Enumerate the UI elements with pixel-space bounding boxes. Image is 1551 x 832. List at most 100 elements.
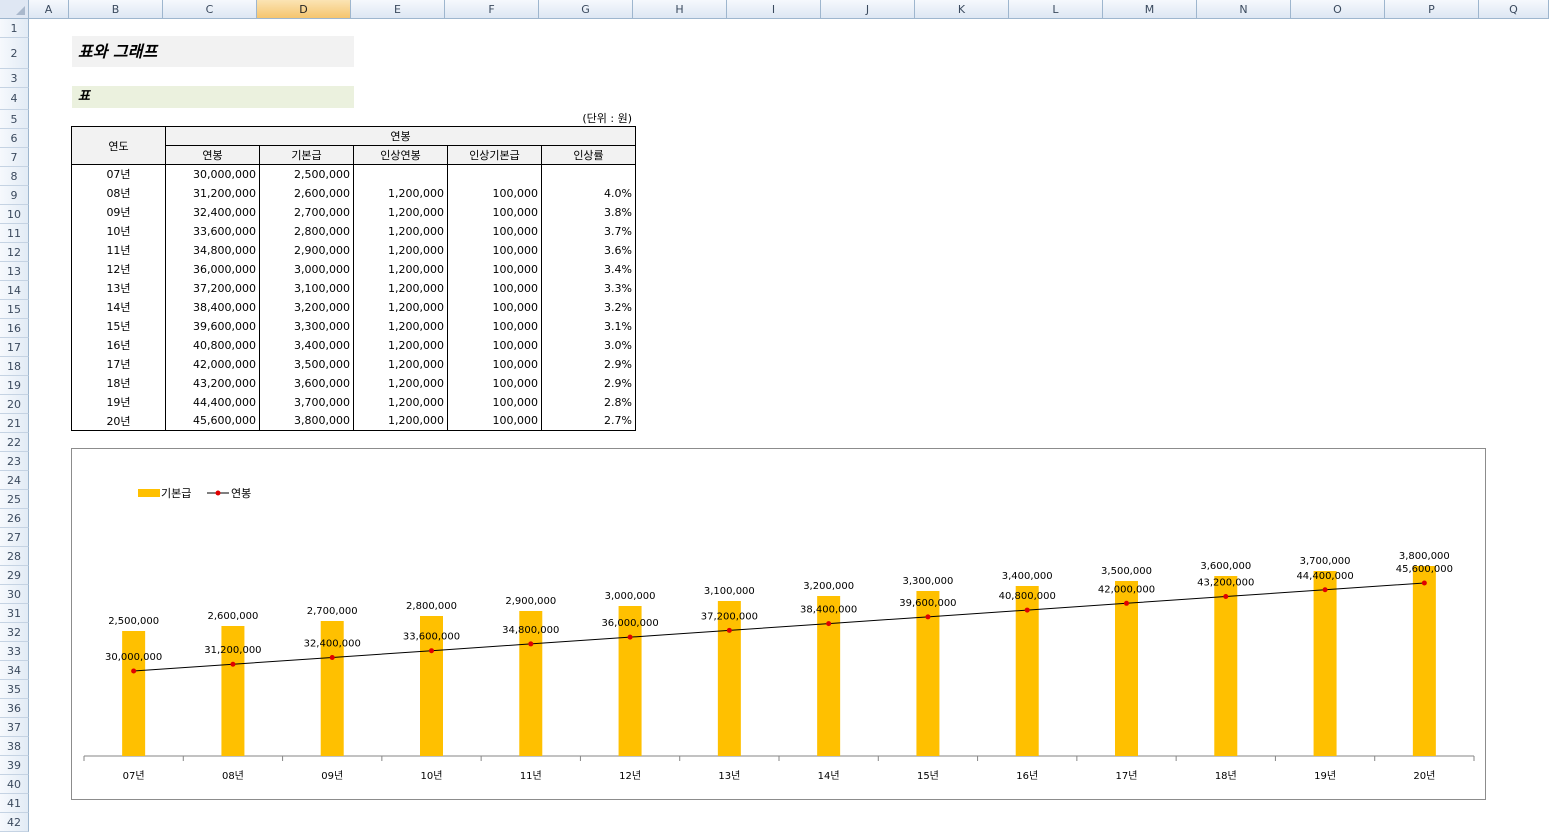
cell-raise-base[interactable]: 100,000 [447, 354, 542, 374]
row-header-21[interactable]: 21 [0, 414, 29, 433]
cell-raise-salary[interactable]: 1,200,000 [353, 259, 448, 279]
row-header-9[interactable]: 9 [0, 186, 29, 205]
cell-raise-base[interactable] [447, 164, 542, 184]
cell-year[interactable]: 17년 [71, 354, 166, 374]
row-header-10[interactable]: 10 [0, 205, 29, 224]
column-header-i[interactable]: I [727, 0, 821, 19]
row-header-23[interactable]: 23 [0, 452, 29, 471]
row-header-16[interactable]: 16 [0, 319, 29, 338]
column-header-f[interactable]: F [445, 0, 539, 19]
row-header-27[interactable]: 27 [0, 528, 29, 547]
cell-salary[interactable]: 40,800,000 [165, 335, 260, 355]
cell-rate[interactable]: 2.9% [541, 354, 636, 374]
row-header-25[interactable]: 25 [0, 490, 29, 509]
header-salary-group[interactable]: 연봉 [165, 126, 636, 146]
row-header-5[interactable]: 5 [0, 110, 29, 129]
cell-raise-base[interactable]: 100,000 [447, 297, 542, 317]
row-header-31[interactable]: 31 [0, 604, 29, 623]
column-header-d[interactable]: D [257, 0, 351, 19]
cell-year[interactable]: 09년 [71, 202, 166, 222]
subheader-base[interactable]: 기본급 [259, 145, 354, 165]
cell-raise-base[interactable]: 100,000 [447, 335, 542, 355]
row-header-14[interactable]: 14 [0, 281, 29, 300]
cell-rate[interactable]: 2.9% [541, 373, 636, 393]
cell-raise-salary[interactable]: 1,200,000 [353, 392, 448, 412]
cell-year[interactable]: 11년 [71, 240, 166, 260]
cell-raise-base[interactable]: 100,000 [447, 373, 542, 393]
row-header-12[interactable]: 12 [0, 243, 29, 262]
cell-raise-salary[interactable]: 1,200,000 [353, 335, 448, 355]
cell-base[interactable]: 3,500,000 [259, 354, 354, 374]
row-header-4[interactable]: 4 [0, 88, 29, 110]
cell-raise-salary[interactable]: 1,200,000 [353, 316, 448, 336]
cell-raise-salary[interactable]: 1,200,000 [353, 373, 448, 393]
cell-raise-salary[interactable]: 1,200,000 [353, 411, 448, 431]
row-header-42[interactable]: 42 [0, 813, 29, 832]
row-header-35[interactable]: 35 [0, 680, 29, 699]
cell-rate[interactable] [541, 164, 636, 184]
row-header-38[interactable]: 38 [0, 737, 29, 756]
row-header-1[interactable]: 1 [0, 19, 29, 38]
row-header-11[interactable]: 11 [0, 224, 29, 243]
subheader-raise-rate[interactable]: 인상률 [541, 145, 636, 165]
select-all-corner[interactable] [0, 0, 29, 19]
cell-base[interactable]: 2,700,000 [259, 202, 354, 222]
cell-base[interactable]: 2,900,000 [259, 240, 354, 260]
sheet-title[interactable]: 표와 그래프 [72, 36, 354, 67]
cell-year[interactable]: 10년 [71, 221, 166, 241]
cell-year[interactable]: 18년 [71, 373, 166, 393]
cell-raise-base[interactable]: 100,000 [447, 259, 542, 279]
cell-raise-base[interactable]: 100,000 [447, 316, 542, 336]
cell-raise-base[interactable]: 100,000 [447, 202, 542, 222]
cell-raise-salary[interactable]: 1,200,000 [353, 240, 448, 260]
row-header-29[interactable]: 29 [0, 566, 29, 585]
cell-rate[interactable]: 2.8% [541, 392, 636, 412]
cell-rate[interactable]: 4.0% [541, 183, 636, 203]
column-header-j[interactable]: J [821, 0, 915, 19]
cell-year[interactable]: 20년 [71, 411, 166, 431]
cell-raise-salary[interactable] [353, 164, 448, 184]
cell-rate[interactable]: 3.4% [541, 259, 636, 279]
cell-salary[interactable]: 38,400,000 [165, 297, 260, 317]
cell-rate[interactable]: 3.2% [541, 297, 636, 317]
cell-rate[interactable]: 2.7% [541, 411, 636, 431]
cell-salary[interactable]: 34,800,000 [165, 240, 260, 260]
cell-rate[interactable]: 3.7% [541, 221, 636, 241]
cell-year[interactable]: 19년 [71, 392, 166, 412]
cell-raise-base[interactable]: 100,000 [447, 221, 542, 241]
row-header-22[interactable]: 22 [0, 433, 29, 452]
cell-salary[interactable]: 42,000,000 [165, 354, 260, 374]
cell-salary[interactable]: 39,600,000 [165, 316, 260, 336]
cell-rate[interactable]: 3.3% [541, 278, 636, 298]
column-header-c[interactable]: C [163, 0, 257, 19]
cell-raise-salary[interactable]: 1,200,000 [353, 183, 448, 203]
row-header-28[interactable]: 28 [0, 547, 29, 566]
cell-base[interactable]: 3,300,000 [259, 316, 354, 336]
cell-salary[interactable]: 32,400,000 [165, 202, 260, 222]
cell-salary[interactable]: 33,600,000 [165, 221, 260, 241]
row-header-15[interactable]: 15 [0, 300, 29, 319]
cell-base[interactable]: 2,600,000 [259, 183, 354, 203]
cell-year[interactable]: 08년 [71, 183, 166, 203]
cell-year[interactable]: 13년 [71, 278, 166, 298]
row-header-19[interactable]: 19 [0, 376, 29, 395]
cell-salary[interactable]: 43,200,000 [165, 373, 260, 393]
cell-base[interactable]: 2,500,000 [259, 164, 354, 184]
row-header-34[interactable]: 34 [0, 661, 29, 680]
cell-base[interactable]: 3,600,000 [259, 373, 354, 393]
column-header-b[interactable]: B [69, 0, 163, 19]
cell-year[interactable]: 14년 [71, 297, 166, 317]
cell-rate[interactable]: 3.8% [541, 202, 636, 222]
subheader-raise-base[interactable]: 인상기본급 [447, 145, 542, 165]
column-header-l[interactable]: L [1009, 0, 1103, 19]
cell-year[interactable]: 12년 [71, 259, 166, 279]
row-header-2[interactable]: 2 [0, 38, 29, 69]
cell-base[interactable]: 3,100,000 [259, 278, 354, 298]
cell-base[interactable]: 3,000,000 [259, 259, 354, 279]
cell-raise-salary[interactable]: 1,200,000 [353, 202, 448, 222]
column-header-g[interactable]: G [539, 0, 633, 19]
row-header-8[interactable]: 8 [0, 167, 29, 186]
column-header-q[interactable]: Q [1479, 0, 1549, 19]
cell-raise-salary[interactable]: 1,200,000 [353, 354, 448, 374]
cell-rate[interactable]: 3.6% [541, 240, 636, 260]
